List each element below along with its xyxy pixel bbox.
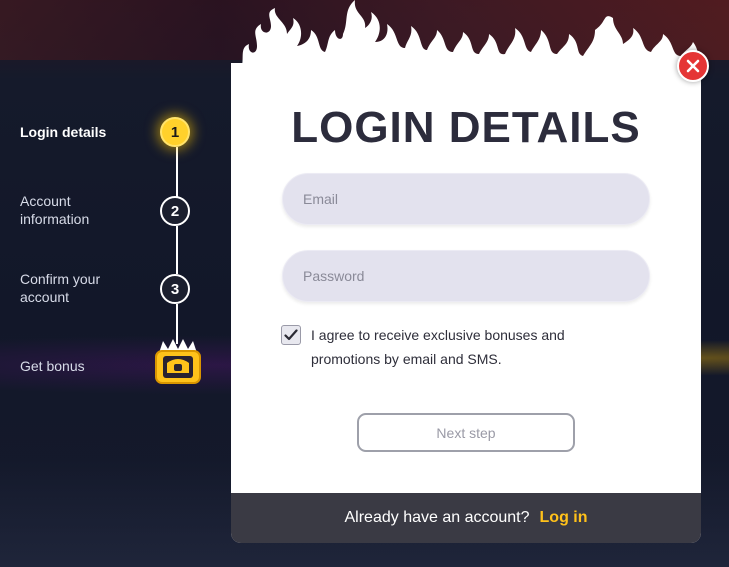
step-connector bbox=[176, 226, 178, 274]
modal-title: LOGIN DETAILS bbox=[291, 103, 641, 152]
step-connector bbox=[176, 304, 178, 344]
login-details-modal: LOGIN DETAILS I agree to receive exclusi… bbox=[231, 63, 701, 543]
next-step-button[interactable]: Next step bbox=[357, 413, 575, 452]
log-in-link[interactable]: Log in bbox=[540, 509, 588, 527]
already-have-account-text: Already have an account? bbox=[344, 509, 530, 526]
password-field[interactable] bbox=[283, 251, 649, 301]
step-1-indicator: 1 bbox=[160, 117, 190, 147]
registration-stepper: Login details 1 Account information 2 Co… bbox=[0, 0, 230, 567]
modal-footer: Already have an account? Log in bbox=[231, 493, 701, 543]
treasure-chest-icon bbox=[155, 339, 201, 384]
step-label-get-bonus: Get bonus bbox=[20, 358, 85, 374]
step-label-confirm-account: Confirm your account bbox=[20, 271, 101, 305]
email-field-wrapper bbox=[282, 173, 650, 225]
password-field-wrapper bbox=[282, 250, 650, 302]
checkmark-icon bbox=[284, 329, 298, 341]
step-2-indicator: 2 bbox=[160, 196, 190, 226]
consent-checkbox[interactable] bbox=[281, 325, 301, 345]
close-modal-button[interactable] bbox=[677, 50, 709, 82]
step-3-indicator: 3 bbox=[160, 274, 190, 304]
close-icon bbox=[686, 59, 700, 73]
consent-label: I agree to receive exclusive bonuses and… bbox=[311, 327, 565, 367]
flames-decoration bbox=[241, 0, 701, 70]
step-connector bbox=[176, 147, 178, 197]
email-field[interactable] bbox=[283, 174, 649, 224]
step-label-login-details: Login details bbox=[20, 124, 107, 140]
step-label-account-information: Account information bbox=[20, 193, 90, 227]
